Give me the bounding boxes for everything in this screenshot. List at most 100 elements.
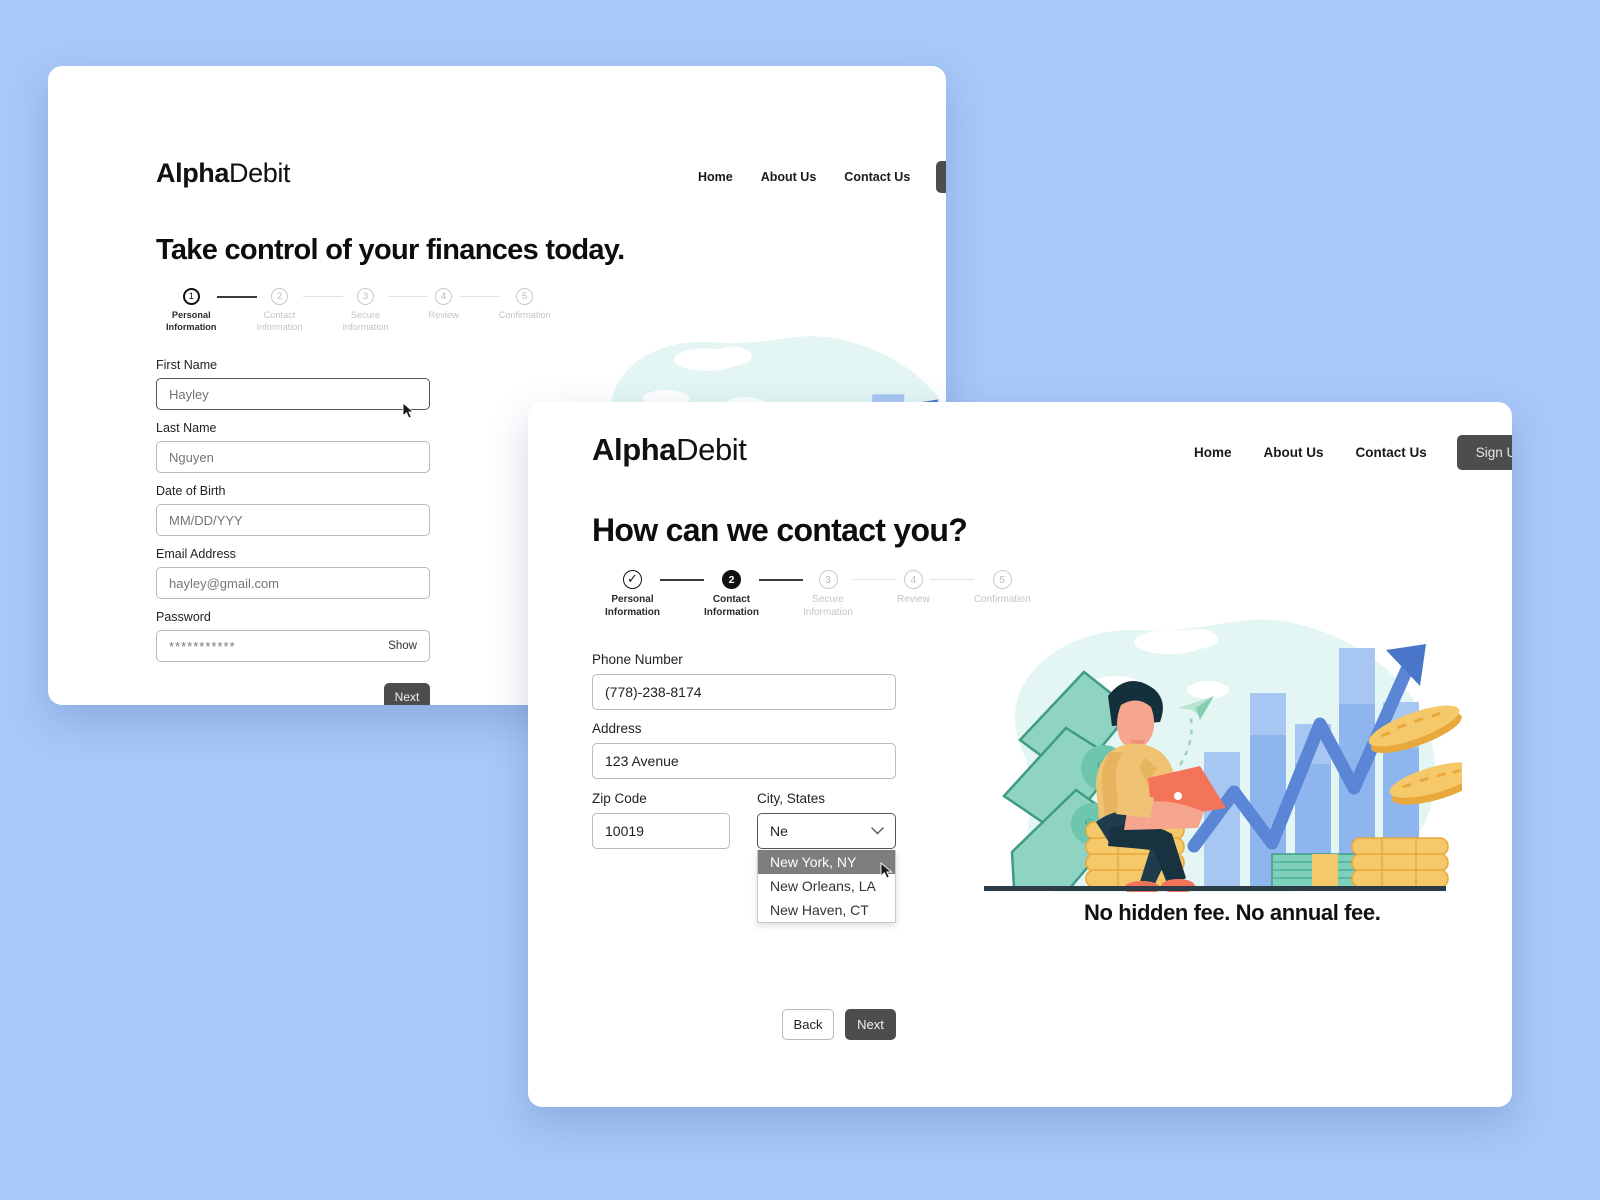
step-contact-information[interactable]: 2 Contact Information — [257, 288, 303, 333]
first-name-input[interactable] — [156, 378, 430, 410]
step-1-label-line2-front: Information — [605, 606, 660, 618]
page-title-front: How can we contact you? — [592, 512, 968, 548]
logo-back[interactable]: AlphaDebit — [156, 158, 290, 189]
main-nav-back: Home About Us Contact Us Sign Up — [684, 161, 946, 193]
field-phone-number: Phone Number — [592, 652, 896, 710]
signup-window-step-2: $ $ — [528, 402, 1512, 1107]
step-5-circle: 5 — [516, 288, 534, 305]
field-email-address: Email Address — [156, 547, 430, 599]
stepper-connector-4 — [458, 296, 499, 298]
page-title-back: Take control of your finances today. — [156, 234, 625, 266]
step-4-circle: 4 — [435, 288, 453, 305]
step-review[interactable]: 4 Review — [428, 288, 459, 322]
screenshot-canvas: AlphaDebit Home About Us Contact Us Sign… — [0, 0, 1600, 1200]
signup-button-back[interactable]: Sign Up — [936, 161, 946, 193]
brand-logo-front: AlphaDebit — [592, 432, 747, 468]
tagline-text: No hidden fee. No annual fee. — [1084, 900, 1381, 925]
brand-light-front: Debit — [676, 432, 747, 467]
step-4-circle-front: 4 — [903, 570, 923, 589]
step-contact-information-front[interactable]: 2 Contact Information — [704, 570, 759, 619]
step-2-circle: 2 — [271, 288, 289, 305]
password-input-wrapper: Show — [156, 630, 430, 662]
field-city-states: City, States New York, NY New Orleans, L… — [757, 791, 896, 923]
stepper-connector-2-front — [759, 579, 803, 581]
city-states-dropdown: New York, NY New Orleans, LA New Haven, … — [757, 850, 896, 923]
step-secure-information[interactable]: 3 Secure Information — [343, 288, 389, 333]
step-personal-information[interactable]: 1 Personal Information — [166, 288, 217, 333]
step-2-circle-front: 2 — [722, 570, 741, 589]
step-3-circle-front: 3 — [818, 570, 838, 589]
back-button[interactable]: Back — [782, 1009, 834, 1040]
step-review-front[interactable]: 4 Review — [897, 570, 930, 607]
step-5-label: Confirmation — [499, 310, 551, 322]
nav-link-home[interactable]: Home — [684, 164, 747, 190]
step-4-label: Review — [428, 310, 458, 322]
signup-button-front[interactable]: Sign Up — [1456, 435, 1512, 470]
email-address-label: Email Address — [156, 547, 236, 561]
date-of-birth-label: Date of Birth — [156, 484, 226, 498]
nav-link-about-us[interactable]: About Us — [747, 164, 831, 190]
step-5-label-line1-front: Confirmation — [973, 594, 1031, 605]
step-3-label: Secure Information — [343, 310, 389, 333]
city-states-select-wrapper: New York, NY New Orleans, LA New Haven, … — [757, 813, 896, 923]
address-label: Address — [592, 721, 642, 736]
stepper-connector-1 — [216, 296, 257, 298]
nav-links-back: Home About Us Contact Us — [684, 164, 924, 190]
step-4-label-line1-front: Review — [897, 594, 930, 605]
password-label: Password — [156, 610, 211, 624]
brand-logo: AlphaDebit — [156, 158, 290, 189]
step-1-label-line1: Personal — [171, 310, 211, 320]
step-1-circle-front: ✓ — [623, 570, 642, 589]
dropdown-option-new-york[interactable]: New York, NY — [758, 850, 895, 874]
check-icon: ✓ — [627, 571, 638, 586]
step-1-circle: 1 — [182, 288, 200, 305]
step-2-label-line2: Information — [256, 321, 303, 332]
progress-stepper-front: ✓ Personal Information 2 Contact Informa… — [605, 570, 1031, 619]
step-2-label: Contact Information — [257, 310, 303, 333]
step-5-label-line1: Confirmation — [498, 310, 551, 320]
next-button-step-2[interactable]: Next — [845, 1009, 896, 1040]
step-3-label-line1-front: Secure — [812, 594, 844, 605]
next-button-step-1[interactable]: Next — [384, 683, 430, 705]
step-2-label-line1-front: Contact — [712, 594, 751, 605]
address-input[interactable] — [592, 743, 896, 779]
field-last-name: Last Name — [156, 421, 430, 473]
phone-number-label: Phone Number — [592, 652, 683, 667]
password-show-toggle[interactable]: Show — [388, 640, 417, 652]
progress-stepper-back: 1 Personal Information 2 Contact Informa… — [166, 288, 551, 333]
nav-link-contact-us-front[interactable]: Contact Us — [1340, 439, 1443, 466]
zip-code-input[interactable] — [592, 813, 730, 849]
last-name-label: Last Name — [156, 421, 217, 435]
brand-bold: Alpha — [156, 158, 230, 188]
stepper-connector-1-front — [660, 579, 704, 581]
step-2-label-front: Contact Information — [704, 594, 759, 619]
dropdown-option-new-orleans[interactable]: New Orleans, LA — [758, 874, 895, 898]
nav-link-home-front[interactable]: Home — [1178, 439, 1248, 466]
step-confirmation[interactable]: 5 Confirmation — [499, 288, 551, 322]
nav-link-about-us-front[interactable]: About Us — [1248, 439, 1340, 466]
city-states-label: City, States — [757, 791, 826, 806]
field-first-name: First Name — [156, 358, 430, 410]
phone-number-input[interactable] — [592, 674, 896, 710]
step-1-label: Personal Information — [166, 310, 217, 333]
step-confirmation-front[interactable]: 5 Confirmation — [974, 570, 1031, 607]
first-name-label: First Name — [156, 358, 218, 372]
zip-code-label: Zip Code — [592, 791, 647, 806]
email-address-input[interactable] — [156, 567, 430, 599]
step-3-label-line2-front: Information — [803, 606, 854, 618]
stepper-connector-3-front — [853, 579, 898, 581]
date-of-birth-input[interactable] — [156, 504, 430, 536]
step-2-label-line1: Contact — [263, 310, 296, 320]
step-5-circle-front: 5 — [992, 570, 1012, 589]
last-name-input[interactable] — [156, 441, 430, 473]
step-1-label-front: Personal Information — [605, 594, 660, 619]
stepper-connector-3 — [388, 296, 429, 298]
nav-link-contact-us[interactable]: Contact Us — [830, 164, 924, 190]
city-states-input[interactable] — [757, 813, 896, 849]
field-zip-code: Zip Code — [592, 791, 730, 849]
step-secure-information-front[interactable]: 3 Secure Information — [803, 570, 853, 619]
step-3-label-front: Secure Information — [803, 594, 853, 619]
logo-front[interactable]: AlphaDebit — [592, 432, 747, 468]
step-personal-information-front[interactable]: ✓ Personal Information — [605, 570, 660, 619]
dropdown-option-new-haven[interactable]: New Haven, CT — [758, 898, 895, 922]
